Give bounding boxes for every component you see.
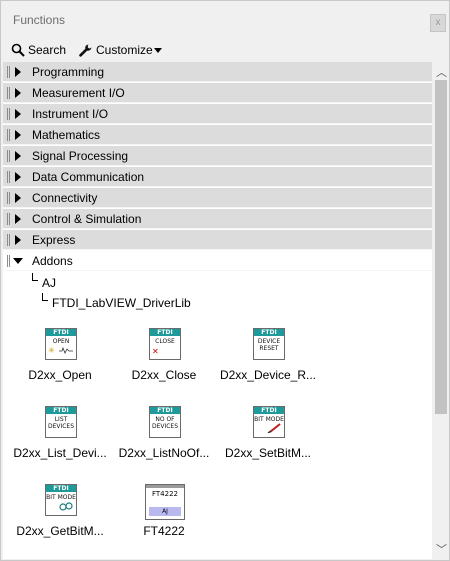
svg-text:✳: ✳ — [48, 346, 55, 355]
ftdi-device-reset-icon: FTDI DEVICE RESET — [253, 328, 285, 360]
scrollbar-thumb[interactable] — [435, 80, 447, 414]
function-label: FT4222 — [143, 524, 185, 538]
grip-handle-icon[interactable] — [7, 255, 10, 267]
grip-handle-icon[interactable] — [7, 87, 10, 99]
grip-handle-icon[interactable] — [7, 213, 10, 225]
function-d2xx-list-no-of-devices[interactable]: FTDI NO OF DEVICES D2xx_ListNoOf... — [109, 406, 219, 468]
functions-palette: Functions x Search Customize Programming — [0, 0, 450, 561]
customize-button[interactable]: Customize — [78, 41, 165, 59]
ftdi-open-icon: FTDI OPEN ✳ — [45, 328, 77, 360]
tree-item-aj[interactable]: AJ — [42, 276, 56, 290]
expand-arrow-icon[interactable] — [15, 193, 21, 203]
search-icon — [11, 43, 25, 57]
function-label: D2xx_Close — [131, 368, 197, 382]
category-label: Data Communication — [32, 170, 145, 184]
dropdown-caret-icon — [153, 48, 162, 53]
grip-handle-icon[interactable] — [7, 234, 10, 246]
category-measurement-io[interactable]: Measurement I/O — [3, 83, 432, 103]
expand-arrow-icon[interactable] — [15, 130, 21, 140]
ft4222-folder-icon: FT4222 AJ — [145, 484, 185, 520]
category-connectivity[interactable]: Connectivity — [3, 188, 432, 208]
scroll-up-icon[interactable]: ︿ — [436, 64, 447, 80]
function-d2xx-open[interactable]: FTDI OPEN ✳ D2xx_Open — [5, 328, 115, 390]
grip-handle-icon[interactable] — [7, 150, 10, 162]
category-signal-processing[interactable]: Signal Processing — [3, 146, 432, 166]
category-data-communication[interactable]: Data Communication — [3, 167, 432, 187]
grip-handle-icon[interactable] — [7, 108, 10, 120]
customize-label: Customize — [96, 43, 153, 57]
toolbar: Search Customize — [1, 39, 449, 61]
category-label: Programming — [32, 65, 105, 79]
palette-title: Functions — [13, 13, 66, 27]
tree-connector — [32, 273, 38, 281]
search-label: Search — [28, 43, 67, 57]
tree-connector — [42, 293, 48, 301]
category-label: Instrument I/O — [32, 107, 109, 121]
svg-text:✕: ✕ — [152, 347, 159, 355]
ftdi-list-devices-icon: FTDI LIST DEVICES — [45, 406, 77, 438]
function-label: D2xx_List_Devi... — [13, 446, 107, 460]
close-button[interactable]: x — [430, 14, 446, 32]
function-d2xx-device-reset[interactable]: FTDI DEVICE RESET D2xx_Device_R... — [213, 328, 323, 390]
function-label: D2xx_Open — [28, 368, 92, 382]
function-ft4222[interactable]: FT4222 AJ FT4222 — [109, 484, 219, 546]
expand-arrow-icon[interactable] — [15, 67, 21, 77]
expand-arrow-icon[interactable] — [15, 214, 21, 224]
expand-arrow-icon[interactable] — [15, 109, 21, 119]
category-label: Addons — [32, 254, 73, 268]
function-d2xx-close[interactable]: FTDI CLOSE ✕ D2xx_Close — [109, 328, 219, 390]
tree-item-ftdi-driverlib[interactable]: FTDI_LabVIEW_DriverLib — [52, 296, 191, 310]
function-d2xx-get-bit-mode[interactable]: FTDI BIT MODE D2xx_GetBitM... — [5, 484, 115, 546]
function-label: D2xx_ListNoOf... — [118, 446, 210, 460]
category-mathematics[interactable]: Mathematics — [3, 125, 432, 145]
category-label: Measurement I/O — [32, 86, 125, 100]
ftdi-set-bit-mode-icon: FTDI BIT MODE — [253, 406, 285, 438]
ftdi-no-of-devices-icon: FTDI NO OF DEVICES — [149, 406, 181, 438]
scroll-down-icon[interactable]: ﹀ — [436, 541, 447, 557]
expand-arrow-icon[interactable] — [15, 88, 21, 98]
expand-arrow-icon[interactable] — [15, 151, 21, 161]
collapse-arrow-icon[interactable] — [13, 258, 23, 264]
function-label: D2xx_Device_R... — [219, 368, 317, 382]
wrench-icon — [79, 43, 92, 57]
ftdi-close-icon: FTDI CLOSE ✕ — [149, 328, 181, 360]
category-instrument-io[interactable]: Instrument I/O — [3, 104, 432, 124]
category-addons[interactable]: Addons — [3, 251, 432, 271]
expand-arrow-icon[interactable] — [15, 172, 21, 182]
grip-handle-icon[interactable] — [7, 66, 10, 78]
category-label: Mathematics — [32, 128, 101, 142]
grip-handle-icon[interactable] — [7, 171, 10, 183]
function-d2xx-list-devices[interactable]: FTDI LIST DEVICES D2xx_List_Devi... — [5, 406, 115, 468]
category-label: Express — [32, 233, 76, 247]
function-label: D2xx_SetBitM... — [224, 446, 312, 460]
function-label: D2xx_GetBitM... — [16, 524, 104, 538]
grip-handle-icon[interactable] — [7, 129, 10, 141]
expand-arrow-icon[interactable] — [15, 235, 21, 245]
grip-handle-icon[interactable] — [7, 192, 10, 204]
category-label: Control & Simulation — [32, 212, 142, 226]
search-button[interactable]: Search — [11, 41, 66, 59]
title-bar: Functions x — [1, 1, 449, 39]
category-programming[interactable]: Programming — [3, 62, 432, 82]
palette-content: Programming Measurement I/O Instrument I… — [3, 62, 432, 559]
category-control-simulation[interactable]: Control & Simulation — [3, 209, 432, 229]
function-d2xx-set-bit-mode[interactable]: FTDI BIT MODE D2xx_SetBitM... — [213, 406, 323, 468]
category-label: Connectivity — [32, 191, 98, 205]
vertical-scrollbar[interactable]: ︿ ﹀ — [433, 62, 449, 559]
category-label: Signal Processing — [32, 149, 129, 163]
ftdi-get-bit-mode-icon: FTDI BIT MODE — [45, 484, 77, 516]
category-express[interactable]: Express — [3, 230, 432, 250]
